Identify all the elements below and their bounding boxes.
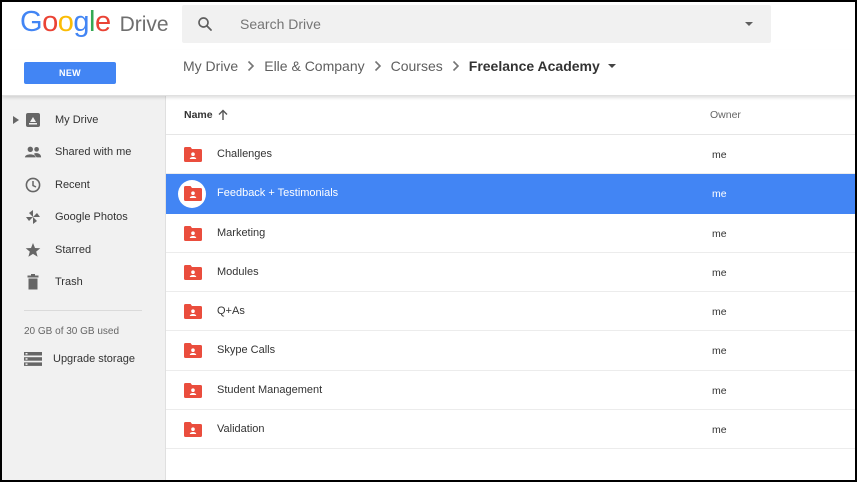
owner-column-header[interactable]: Owner (710, 109, 741, 121)
search-options-dropdown-icon[interactable] (741, 16, 757, 32)
folder-menu-dropdown-icon[interactable] (605, 59, 619, 73)
shared-folder-icon (184, 186, 202, 202)
file-row[interactable]: Modules me (166, 253, 855, 293)
shared-people-icon (24, 143, 42, 161)
photos-pinwheel-icon (24, 208, 42, 226)
file-name: Marketing (217, 226, 266, 239)
logo-letter: o (42, 6, 58, 38)
star-icon (24, 241, 42, 259)
sidebar: My Drive Shared with me Recent Google Ph… (2, 96, 166, 480)
sidebar-item-my-drive[interactable]: My Drive (2, 105, 166, 135)
sidebar-item-label: Google Photos (55, 211, 128, 223)
top-header: Google Drive (2, 2, 855, 50)
file-row[interactable]: Marketing me (166, 214, 855, 253)
sidebar-item-label: Trash (55, 276, 83, 288)
shared-folder-icon (184, 147, 202, 162)
file-owner: me (712, 188, 727, 201)
logo-letter: g (73, 6, 89, 38)
upgrade-storage-link[interactable]: Upgrade storage (24, 348, 154, 370)
file-owner: me (712, 345, 727, 358)
storage-icon (24, 352, 42, 366)
sidebar-item-trash[interactable]: Trash (2, 267, 166, 297)
clock-icon (24, 176, 42, 194)
file-owner: me (712, 424, 727, 437)
file-owner: me (712, 306, 727, 319)
sort-ascending-arrow-icon[interactable] (217, 109, 229, 121)
name-column-label: Name (184, 109, 213, 121)
sidebar-item-shared-with-me[interactable]: Shared with me (2, 137, 166, 167)
sidebar-item-starred[interactable]: Starred (2, 235, 166, 265)
trash-icon (24, 273, 42, 291)
drive-icon (24, 111, 42, 129)
breadcrumb-current-folder[interactable]: Freelance Academy (469, 58, 600, 74)
chevron-right-icon (374, 60, 381, 72)
storage-usage-text: 20 GB of 30 GB used (24, 326, 120, 337)
sidebar-item-label: Shared with me (55, 146, 132, 158)
search-input[interactable] (240, 5, 720, 43)
file-name: Modules (217, 265, 259, 278)
breadcrumb: My Drive Elle & Company Courses Freelance A… (183, 55, 619, 77)
logo-letter: e (94, 6, 111, 38)
shared-folder-icon (184, 422, 202, 438)
action-bar: NEW My Drive Elle & Company Courses Freelan… (2, 50, 855, 96)
shared-folder-icon (184, 225, 202, 241)
file-row[interactable]: Q+As me (166, 292, 855, 332)
search-bar[interactable] (182, 5, 771, 43)
drive-wordmark: Drive (119, 13, 169, 36)
upgrade-storage-label: Upgrade storage (53, 353, 135, 365)
shared-folder-icon (184, 343, 202, 359)
list-header: Name Owner (166, 96, 855, 135)
chevron-right-icon (452, 60, 459, 72)
logo-letter: o (57, 6, 74, 38)
sidebar-item-label: Recent (55, 179, 90, 191)
file-rows: Challenges me Feedback + Testimonials me Mar… (166, 135, 855, 450)
file-name: Feedback + Testimonials (217, 187, 339, 200)
sidebar-item-label: Starred (55, 244, 92, 256)
breadcrumb-item[interactable]: Courses (391, 58, 443, 74)
sidebar-item-recent[interactable]: Recent (2, 170, 166, 200)
file-name: Q+As (217, 305, 245, 318)
file-name: Validation (217, 423, 265, 436)
breadcrumb-item[interactable]: My Drive (183, 58, 238, 74)
google-drive-logo[interactable]: Google Drive (20, 6, 169, 42)
shared-folder-icon (184, 304, 202, 320)
file-row[interactable]: Feedback + Testimonials me (166, 174, 855, 214)
file-row[interactable]: Validation me (166, 410, 855, 450)
sidebar-item-google-photos[interactable]: Google Photos (2, 202, 166, 232)
search-icon[interactable] (196, 15, 214, 33)
breadcrumb-item[interactable]: Elle & Company (264, 58, 364, 74)
file-name: Challenges (217, 148, 273, 160)
logo-letter: G (20, 6, 43, 38)
file-name: Student Management (217, 383, 323, 396)
drive-window: Google Drive NEW My Drive Elle & Company C… (2, 2, 855, 480)
shared-folder-icon (184, 382, 202, 398)
file-owner: me (712, 227, 727, 240)
google-wordmark: Google (20, 6, 111, 39)
file-row[interactable]: Challenges me (166, 135, 855, 175)
file-row[interactable]: Skype Calls me (166, 331, 855, 371)
file-owner: me (712, 149, 727, 161)
file-name: Skype Calls (217, 344, 276, 357)
file-owner: me (712, 384, 727, 397)
name-column-header[interactable]: Name (184, 109, 229, 121)
sidebar-divider (24, 310, 142, 311)
shared-folder-icon (184, 264, 202, 280)
sidebar-item-label: My Drive (55, 114, 99, 126)
new-button[interactable]: NEW (24, 62, 116, 84)
file-row[interactable]: Student Management me (166, 371, 855, 411)
chevron-right-icon (248, 60, 255, 72)
file-list: Name Owner Challenges me Feedback + Testim… (166, 96, 855, 480)
file-owner: me (712, 266, 727, 279)
